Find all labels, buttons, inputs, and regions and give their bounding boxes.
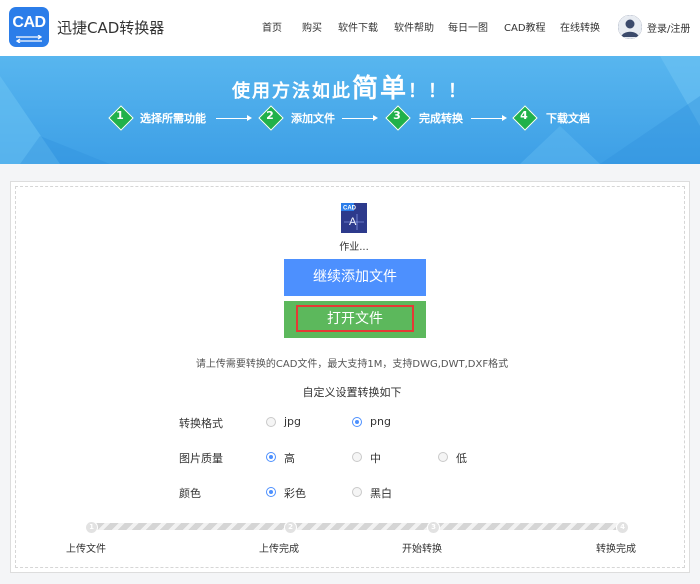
step-4-label: 下载文档 bbox=[546, 112, 590, 125]
step-arrow bbox=[216, 115, 252, 121]
progress-label-upload: 上传文件 bbox=[66, 544, 106, 555]
progress-dot-4: 4 bbox=[616, 521, 629, 534]
progress-dot-2: 2 bbox=[284, 521, 297, 534]
step-1-badge: 1 bbox=[108, 105, 134, 131]
color-colorful-label[interactable]: 彩色 bbox=[284, 485, 306, 501]
progress-track bbox=[91, 523, 621, 530]
nav-online-convert[interactable]: 在线转换 bbox=[560, 19, 600, 34]
upload-area: CAD A 作业... 继续添加文件 打开文件 请上传需要转换的CAD文件，最大… bbox=[15, 186, 685, 568]
quality-low-radio[interactable] bbox=[438, 452, 448, 462]
format-label: 转换格式 bbox=[179, 417, 223, 430]
add-more-files-button[interactable]: 继续添加文件 bbox=[284, 259, 426, 296]
quality-medium-label[interactable]: 中 bbox=[370, 450, 381, 466]
quality-high-label[interactable]: 高 bbox=[284, 450, 295, 466]
top-header: CAD 迅捷CAD转换器 首页 购买 软件下载 软件帮助 每日一图 CAD教程 … bbox=[0, 0, 700, 56]
banner-title-post: ！！！ bbox=[408, 81, 468, 102]
banner-title-big: 简单 bbox=[351, 74, 408, 104]
banner-title-pre: 使用方法如此 bbox=[231, 81, 352, 102]
step-arrow bbox=[342, 115, 378, 121]
progress-dot-1: 1 bbox=[85, 521, 98, 534]
nav-buy[interactable]: 购买 bbox=[302, 19, 322, 34]
nav-home[interactable]: 首页 bbox=[262, 19, 282, 34]
format-jpg-label[interactable]: jpg bbox=[284, 415, 301, 428]
highlight-box bbox=[296, 305, 414, 332]
quality-high-radio[interactable] bbox=[266, 452, 276, 462]
color-colorful-radio[interactable] bbox=[266, 487, 276, 497]
quality-medium-radio[interactable] bbox=[352, 452, 362, 462]
cad-logo[interactable]: CAD bbox=[9, 7, 49, 47]
brand-name[interactable]: 迅捷CAD转换器 bbox=[57, 17, 164, 38]
upload-hint: 请上传需要转换的CAD文件，最大支持1M，支持DWG,DWT,DXF格式 bbox=[195, 359, 509, 370]
converter-card: CAD A 作业... 继续添加文件 打开文件 请上传需要转换的CAD文件，最大… bbox=[10, 181, 690, 573]
user-avatar-icon[interactable] bbox=[618, 15, 642, 39]
step-1-label: 选择所需功能 bbox=[140, 112, 206, 125]
nav-help[interactable]: 软件帮助 bbox=[394, 19, 434, 34]
nav-daily-drawing[interactable]: 每日一图 bbox=[448, 19, 488, 34]
format-png-radio[interactable] bbox=[352, 417, 362, 427]
svg-text:CAD: CAD bbox=[343, 206, 357, 212]
step-2-badge: 2 bbox=[258, 105, 284, 131]
nav-download[interactable]: 软件下载 bbox=[338, 19, 378, 34]
step-arrow bbox=[471, 115, 507, 121]
convert-arrows-icon bbox=[15, 35, 43, 43]
step-4-badge: 4 bbox=[512, 105, 538, 131]
progress-label-uploaded: 上传完成 bbox=[259, 544, 299, 555]
banner-title: 使用方法如此简单！！！ bbox=[0, 68, 700, 105]
nav-cad-tutorial[interactable]: CAD教程 bbox=[504, 19, 546, 34]
login-register-link[interactable]: 登录/注册 bbox=[647, 20, 690, 35]
progress-label-done: 转换完成 bbox=[596, 544, 636, 555]
step-3-badge: 3 bbox=[385, 105, 411, 131]
file-name: 作业... bbox=[339, 242, 369, 253]
step-2-label: 添加文件 bbox=[291, 112, 335, 125]
format-jpg-radio[interactable] bbox=[266, 417, 276, 427]
cad-file-icon[interactable]: CAD A bbox=[340, 203, 368, 233]
conversion-progress: 1 2 3 4 bbox=[85, 521, 629, 534]
color-bw-radio[interactable] bbox=[352, 487, 362, 497]
format-png-label[interactable]: png bbox=[370, 415, 391, 428]
open-file-button[interactable]: 打开文件 bbox=[284, 301, 426, 338]
progress-dot-3: 3 bbox=[427, 521, 440, 534]
logo-text: CAD bbox=[12, 14, 46, 31]
color-bw-label[interactable]: 黑白 bbox=[370, 485, 392, 501]
step-3-label: 完成转换 bbox=[419, 112, 463, 125]
quality-label: 图片质量 bbox=[179, 452, 223, 465]
usage-steps: 1 选择所需功能 2 添加文件 3 完成转换 4 下载文档 bbox=[0, 104, 700, 131]
usage-banner: 使用方法如此简单！！！ 1 选择所需功能 2 添加文件 3 完成转换 4 下载文… bbox=[0, 56, 700, 164]
progress-label-start: 开始转换 bbox=[402, 544, 442, 555]
settings-title: 自定义设置转换如下 bbox=[302, 386, 402, 399]
color-label: 颜色 bbox=[179, 487, 201, 500]
quality-low-label[interactable]: 低 bbox=[456, 450, 467, 466]
